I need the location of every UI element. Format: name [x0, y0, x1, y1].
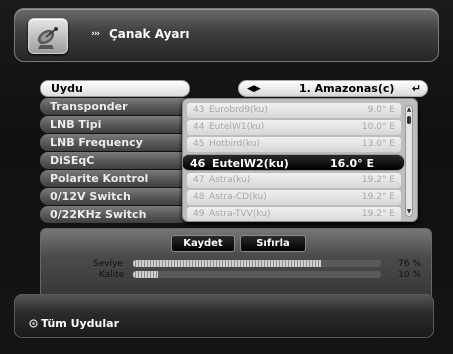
setting-lnb-tipi[interactable]: LNB Tipi [40, 116, 190, 133]
item-name: EutelW1(ku) [209, 122, 265, 132]
item-name: Eurobrd9(ku) [209, 105, 268, 115]
title-arrows: ››› [91, 29, 100, 39]
item-name: Astra-TVV(ku) [209, 209, 271, 219]
satellite-small-icon [29, 319, 38, 328]
scroll-down-icon[interactable]: ▼ [406, 209, 412, 215]
item-degree: 16.0° E [330, 157, 374, 170]
list-item[interactable]: 48 Astra-CD(ku) 19.2° E [187, 190, 401, 205]
list-item[interactable]: 49 Astra-TVV(ku) 19.2° E [187, 207, 401, 221]
item-degree: 9.0° E [367, 105, 395, 115]
settings-panel: Uydu Transponder LNB Tipi LNB Frequency … [40, 80, 432, 226]
list-item[interactable]: 45 Hotbird(ku) 13.0° E [187, 137, 401, 152]
item-number: 44 [193, 122, 205, 132]
setting-transponder[interactable]: Transponder [40, 98, 190, 115]
seviye-percent: 76 % [398, 259, 421, 269]
seviye-label: Seviye [93, 259, 123, 269]
satellite-list: 43 Eurobrd9(ku) 9.0° E 44 EutelW1(ku) 10… [182, 98, 418, 222]
item-name: EutelW2(ku) [212, 157, 289, 170]
item-name: Astra(ku) [209, 175, 251, 185]
screen: ››› Çanak Ayarı Uydu Transponder LNB Tip… [0, 0, 453, 354]
item-number: 46 [190, 157, 206, 170]
left-right-arrows-icon: ◀▶ [247, 84, 261, 94]
item-degree: 19.2° E [361, 192, 395, 202]
item-number: 43 [193, 105, 205, 115]
item-number: 48 [193, 192, 205, 202]
setting-diseqc[interactable]: DiSEqC [40, 152, 190, 169]
footer-all-satellites[interactable]: Tüm Uydular [41, 317, 119, 330]
kalite-percent: 10 % [398, 270, 421, 280]
footer-bar: Tüm Uydular [14, 294, 434, 338]
uydu-value-field[interactable]: ◀▶ 1. Amazonas(c) ↵ [238, 80, 428, 97]
scroll-thumb[interactable] [407, 116, 411, 124]
kalite-label: Kalite [99, 270, 125, 280]
list-item[interactable]: 43 Eurobrd9(ku) 9.0° E [187, 103, 401, 118]
page-title: Çanak Ayarı [109, 27, 190, 41]
uydu-value-text: 1. Amazonas(c) [299, 82, 395, 95]
enter-icon: ↵ [411, 82, 421, 95]
setting-lnb-frequency[interactable]: LNB Frequency [40, 134, 190, 151]
item-degree: 13.0° E [361, 139, 395, 149]
save-button[interactable]: Kaydet [171, 235, 235, 252]
setting-uydu[interactable]: Uydu [40, 80, 190, 97]
kalite-bar-fill [133, 271, 158, 278]
reset-button[interactable]: Sıfırla [240, 235, 306, 252]
item-degree: 19.2° E [361, 209, 395, 219]
seviye-bar [133, 260, 381, 267]
item-degree: 10.0° E [361, 122, 395, 132]
item-degree: 19.2° E [361, 175, 395, 185]
scroll-up-icon[interactable]: ▲ [406, 107, 412, 113]
satellite-dish-icon [28, 18, 68, 54]
list-item[interactable]: 47 Astra(ku) 19.2° E [187, 173, 401, 188]
setting-012v-switch[interactable]: 0/12V Switch [40, 188, 190, 205]
setting-022khz-switch[interactable]: 0/22KHz Switch [40, 206, 190, 223]
list-item-selected[interactable]: 46 EutelW2(ku) 16.0° E [183, 154, 405, 171]
item-number: 45 [193, 139, 205, 149]
setting-polarite-kontrol[interactable]: Polarite Kontrol [40, 170, 190, 187]
kalite-bar [133, 271, 381, 278]
list-scrollbar[interactable]: ▲ ▼ [405, 105, 413, 217]
list-item[interactable]: 44 EutelW1(ku) 10.0° E [187, 120, 401, 135]
item-number: 49 [193, 209, 205, 219]
seviye-bar-fill [133, 260, 322, 267]
header-bar: ››› Çanak Ayarı [14, 8, 439, 62]
item-name: Astra-CD(ku) [209, 192, 267, 202]
item-number: 47 [193, 175, 205, 185]
item-name: Hotbird(ku) [209, 139, 260, 149]
